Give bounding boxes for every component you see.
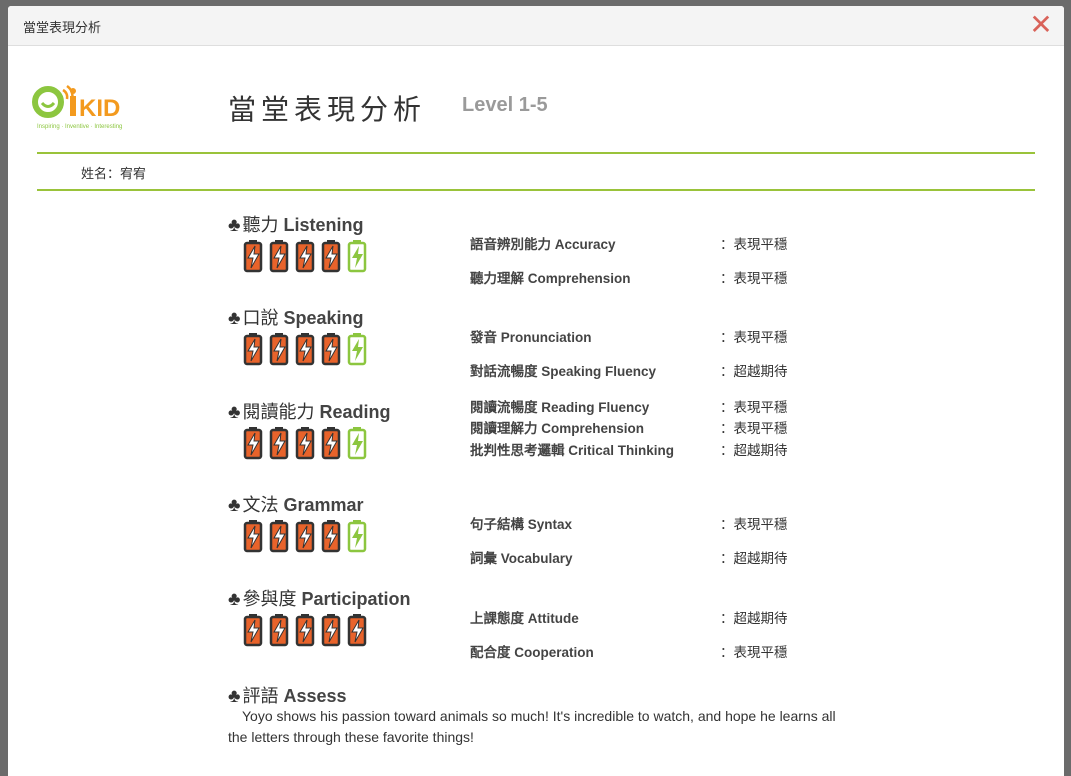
battery-full-icon (243, 333, 263, 366)
criterion-value: ：表現平穩 (720, 645, 788, 660)
battery-full-icon (243, 614, 263, 647)
criterion-label: 閱讀理解力 Comprehension (470, 421, 645, 436)
rating-batteries (242, 519, 372, 553)
battery-full-icon (321, 333, 341, 366)
criterion-value: ：表現平穩 (720, 517, 788, 532)
criterion-value: ：表現平穩 (720, 400, 788, 415)
svg-text:Inspiring · Inventive · Intere: Inspiring · Inventive · Interesting (37, 124, 122, 130)
battery-empty-icon (347, 520, 367, 553)
battery-empty-icon (347, 427, 367, 460)
criterion-value: ：超越期待 (720, 611, 788, 626)
criterion-value: ：超越期待 (720, 364, 788, 379)
battery-full-icon (269, 520, 289, 553)
svg-text:KID: KID (79, 95, 120, 122)
rating-batteries (242, 613, 372, 647)
student-name: 姓名：宥宥 (81, 167, 147, 182)
criterion-label: 語音辨別能力 Accuracy (470, 237, 616, 252)
criterion-label: 聽力理解 Comprehension (470, 271, 631, 286)
criterion-label: 對話流暢度 Speaking Fluency (470, 364, 657, 379)
battery-full-icon (269, 240, 289, 273)
battery-full-icon (243, 427, 263, 460)
divider-top (37, 152, 1035, 154)
criterion-label: 閱讀流暢度 Reading Fluency (470, 400, 650, 415)
section-title: ♣ 口說 Speaking (228, 308, 364, 329)
modal-title: 當堂表現分析 (23, 21, 102, 36)
criterion-label: 上課態度 Attitude (470, 611, 579, 626)
criterion-value: ：表現平穩 (720, 421, 788, 436)
battery-full-icon (321, 614, 341, 647)
battery-full-icon (269, 614, 289, 647)
club-icon: ♣ (228, 308, 241, 329)
battery-full-icon (321, 427, 341, 460)
section-title: ♣ 閱讀能力 Reading (228, 402, 391, 423)
battery-full-icon (295, 520, 315, 553)
report-title: 當堂表現分析 (228, 93, 427, 126)
section-title: ♣ 參與度 Participation (228, 589, 411, 610)
criterion-label: 批判性思考邏輯 Critical Thinking (470, 443, 675, 458)
criterion-value: ：表現平穩 (720, 271, 788, 286)
rating-batteries (242, 332, 372, 366)
oikid-logo: KID Inspiring · Inventive · Interesting (32, 84, 122, 130)
criterion-label: 句子結構 Syntax (470, 517, 573, 532)
criterion-label: 詞彙 Vocabulary (470, 551, 573, 566)
section-title: ♣ 文法 Grammar (228, 495, 364, 516)
rating-batteries (242, 426, 372, 460)
club-icon: ♣ (228, 686, 241, 707)
report-modal: 當堂表現分析 ✕ KID Inspiring · Inventive · Int… (8, 6, 1064, 776)
section-title: ♣ 聽力 Listening (228, 215, 364, 236)
criterion-label: 發音 Pronunciation (470, 330, 592, 345)
modal-header: 當堂表現分析 ✕ (8, 6, 1064, 46)
battery-full-icon (347, 614, 367, 647)
club-icon: ♣ (228, 495, 241, 516)
battery-full-icon (269, 427, 289, 460)
assess-text: Yoyo shows his passion toward animals so… (228, 708, 836, 745)
battery-full-icon (295, 333, 315, 366)
criterion-label: 配合度 Cooperation (470, 645, 594, 660)
club-icon: ♣ (228, 589, 241, 610)
battery-empty-icon (347, 333, 367, 366)
battery-full-icon (321, 240, 341, 273)
battery-full-icon (295, 427, 315, 460)
criterion-value: ：超越期待 (720, 443, 788, 458)
close-icon[interactable]: ✕ (1028, 10, 1054, 40)
battery-full-icon (295, 614, 315, 647)
battery-full-icon (321, 520, 341, 553)
criterion-value: ：表現平穩 (720, 237, 788, 252)
battery-full-icon (243, 240, 263, 273)
rating-batteries (242, 239, 372, 273)
battery-full-icon (269, 333, 289, 366)
battery-full-icon (243, 520, 263, 553)
assess-title: ♣ 評語 Assess (228, 686, 347, 707)
report-level: Level 1-5 (462, 94, 548, 116)
club-icon: ♣ (228, 402, 241, 423)
criterion-value: ：表現平穩 (720, 330, 788, 345)
battery-empty-icon (347, 240, 367, 273)
divider-bottom (37, 189, 1035, 191)
battery-full-icon (295, 240, 315, 273)
club-icon: ♣ (228, 215, 241, 236)
criterion-value: ：超越期待 (720, 551, 788, 566)
